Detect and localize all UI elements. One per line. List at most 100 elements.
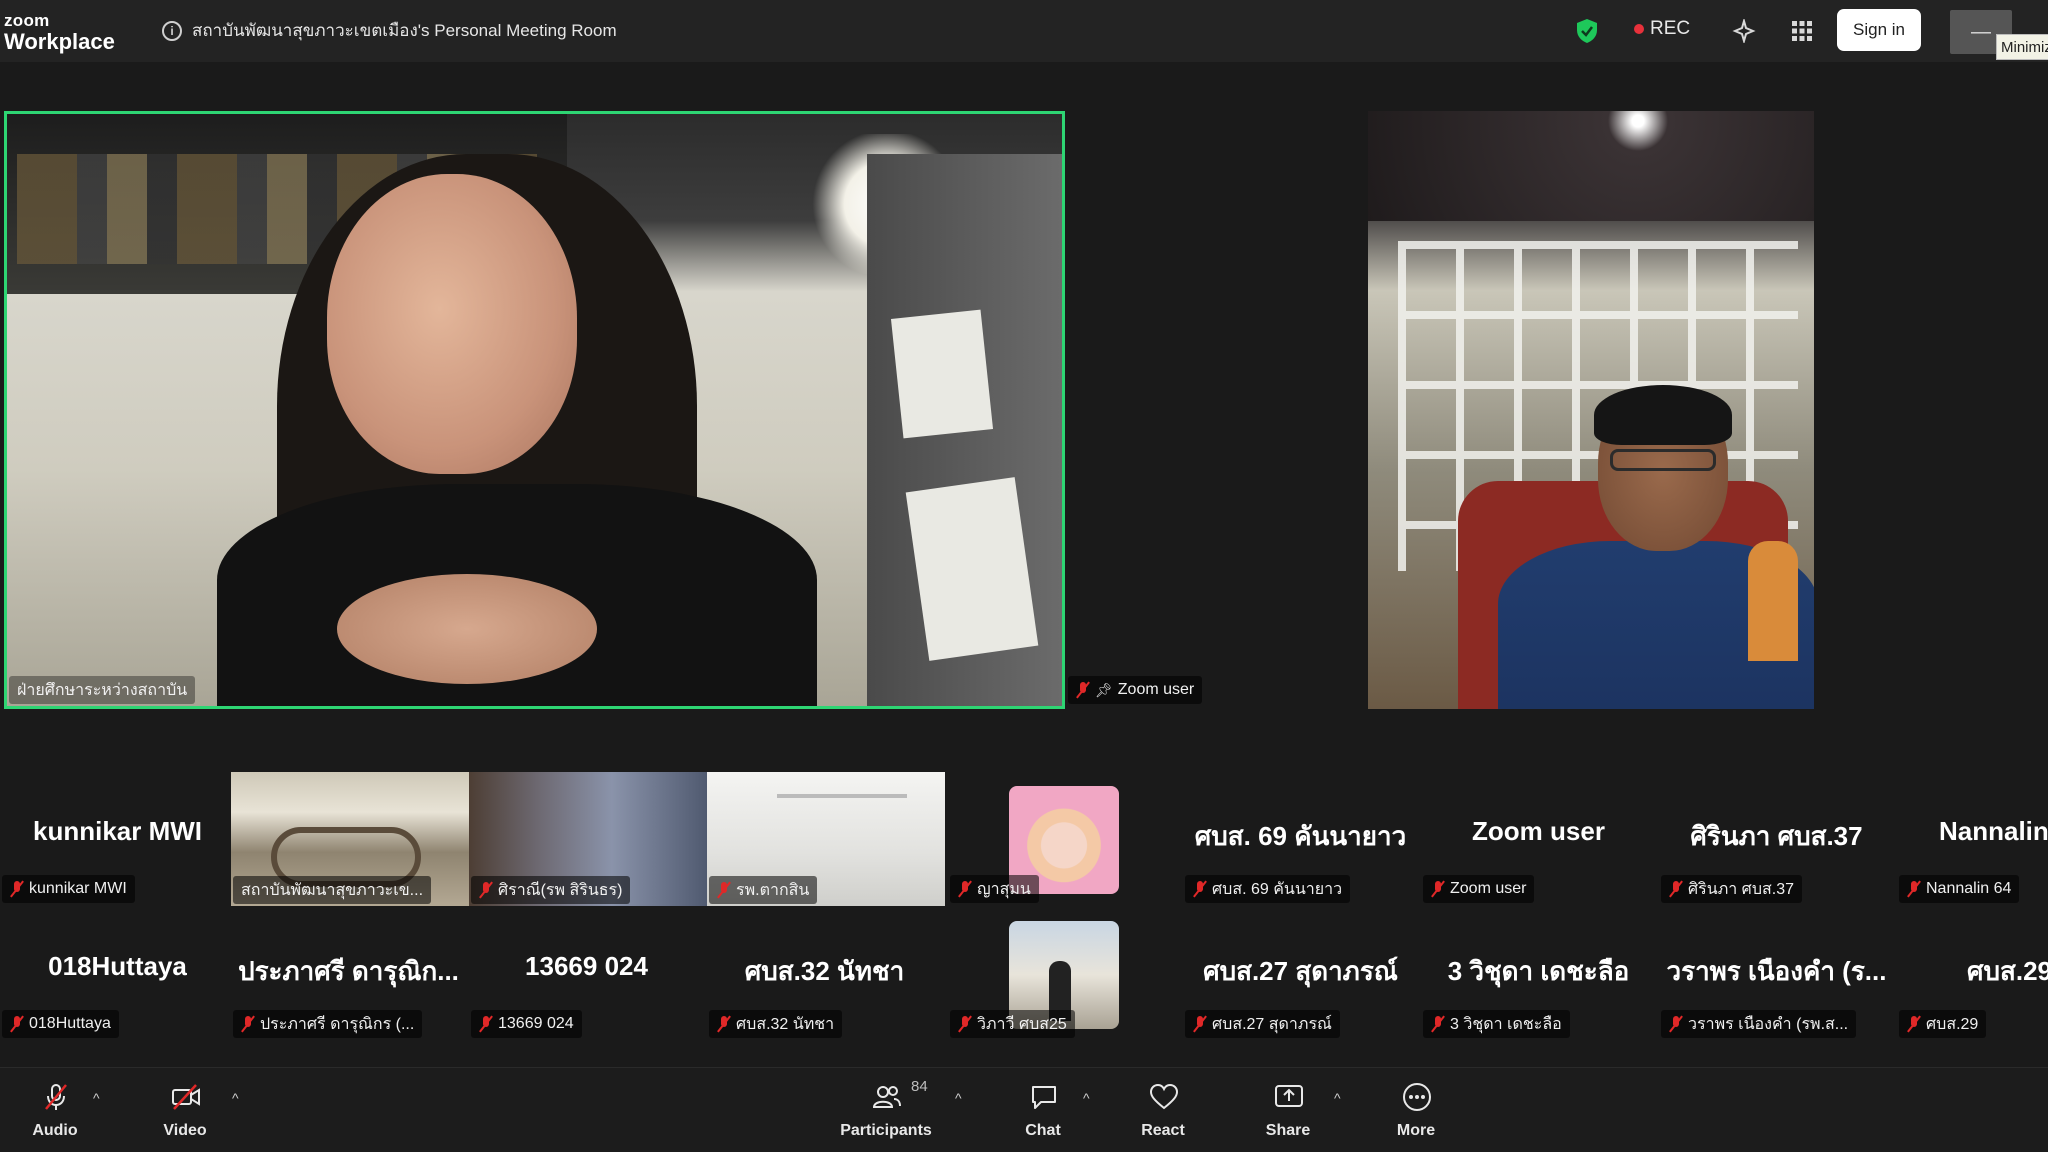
share-button[interactable]: Share <box>1238 1076 1338 1146</box>
participant-name: ศิรินภา ศบส.37 <box>1688 880 1794 898</box>
chat-button[interactable]: Chat <box>993 1076 1093 1146</box>
audio-label: Audio <box>32 1122 78 1139</box>
meeting-title: สถาบันพัฒนาสุขภาวะเขตเมือง's Personal Me… <box>192 21 617 40</box>
gallery-tile[interactable]: 13669 024 13669 024 <box>469 905 704 1040</box>
tile-name-large: 018Huttaya <box>48 951 187 981</box>
tile-name-tag: วราพร เนืองคำ (รพ.ส... <box>1661 1010 1857 1038</box>
mic-muted-icon <box>717 881 731 899</box>
tile-name-tag: ศบส. 69 คันนายาว <box>1185 875 1351 903</box>
tile-name-large: kunnikar MWI <box>32 816 202 846</box>
participant-name: รพ.ตากสิน <box>736 881 810 899</box>
ai-companion-icon[interactable] <box>1730 17 1758 45</box>
cabinet <box>867 154 1062 706</box>
tile-name-large: ศบส.27 สุดาภรณ์ <box>1203 956 1398 986</box>
share-label: Share <box>1265 1122 1311 1139</box>
more-button[interactable]: More <box>1366 1076 1466 1146</box>
shield-icon[interactable] <box>1576 18 1598 44</box>
gallery-tile[interactable]: วราพร เนืองคำ (ร... วราพร เนืองคำ (รพ.ส.… <box>1659 905 1894 1040</box>
participants-options-chevron-icon[interactable]: ^ <box>955 1090 962 1106</box>
chat-icon <box>1032 1086 1056 1109</box>
react-label: React <box>1141 1122 1185 1139</box>
tile-name-tag: ศบส.27 สุดาภรณ์ <box>1185 1010 1340 1038</box>
tile-name-tag: Nannalin 64 <box>1899 875 2020 903</box>
tile-name-large: ศบส. 69 คันนายาว <box>1194 821 1407 851</box>
mic-muted-icon <box>1907 1015 1921 1033</box>
tile-name-large: ศบส.32 นัทชา <box>744 956 905 986</box>
gallery-tile[interactable]: ศบส.32 นัทชา ศบส.32 นัทชา <box>707 905 942 1040</box>
gallery-tile[interactable]: ศบส. 69 คันนายาว ศบส. 69 คันนายาว <box>1183 770 1418 905</box>
brand-small-text: zoom <box>4 11 50 30</box>
active-speaker-video[interactable]: ฝ่ายศึกษาระหว่างสถาบัน <box>4 111 1065 709</box>
gallery-tile[interactable]: Zoom user Zoom user <box>1421 770 1656 905</box>
share-screen-icon <box>1275 1085 1303 1107</box>
tile-name-tag: 018Huttaya <box>2 1010 119 1038</box>
tile-name-tag: 13669 024 <box>471 1010 582 1038</box>
gallery-tile[interactable]: ศบส.27 สุดาภรณ์ ศบส.27 สุดาภรณ์ <box>1183 905 1418 1040</box>
sign-in-button[interactable]: Sign in <box>1837 9 1921 51</box>
mic-muted-icon <box>958 1015 972 1033</box>
participant-video-zoom-user[interactable] <box>1368 111 1814 709</box>
chat-options-chevron-icon[interactable]: ^ <box>1083 1090 1090 1106</box>
mic-muted-icon <box>1076 681 1090 699</box>
rec-label: REC <box>1650 18 1691 39</box>
mic-muted-icon <box>717 1015 731 1033</box>
mic-muted-icon <box>479 881 493 899</box>
tile-name-tag: kunnikar MWI <box>2 875 135 903</box>
record-dot-icon <box>1634 24 1644 34</box>
mic-muted-icon <box>958 880 972 898</box>
gallery-tile[interactable]: ศิราณี(รพ สิรินธร) <box>469 772 707 906</box>
info-icon[interactable]: i <box>162 20 182 41</box>
gallery-tile[interactable]: kunnikar MWI kunnikar MWI <box>0 770 235 905</box>
participant-name: 018Huttaya <box>29 1015 111 1032</box>
pin-icon: 📌︎ <box>1095 681 1113 698</box>
apps-grid-icon[interactable] <box>1788 17 1816 45</box>
gallery-tile[interactable]: สถาบันพัฒนาสุขภาวะเข... <box>231 772 469 906</box>
share-options-chevron-icon[interactable]: ^ <box>1334 1090 1341 1106</box>
tile-name-large: วราพร เนืองคำ (ร... <box>1666 956 1887 986</box>
participant-name: 3 วิชุดา เดชะลือ <box>1450 1015 1562 1033</box>
gallery-tile[interactable]: Nannalin Nannalin 64 <box>1897 770 2048 905</box>
gallery-tile[interactable]: 018Huttaya 018Huttaya <box>0 905 235 1040</box>
heart-icon <box>1149 1083 1179 1110</box>
tile-name-large: Zoom user <box>1472 816 1605 846</box>
participant-name: ประภาศรี ดารุณิกร (... <box>260 1015 415 1033</box>
video-button[interactable]: Video <box>135 1076 235 1146</box>
tile-name-tag: สถาบันพัฒนาสุขภาวะเข... <box>233 876 432 904</box>
tile-name-tag: ศิรินภา ศบส.37 <box>1661 875 1802 903</box>
video-off-icon <box>172 1084 200 1110</box>
participant-name: ศบส.29 <box>1926 1015 1979 1033</box>
meeting-info[interactable]: i สถาบันพัฒนาสุขภาวะเขตเมือง's Personal … <box>162 17 617 44</box>
tile-name-tag: ประภาศรี ดารุณิกร (... <box>233 1010 423 1038</box>
gallery-tile[interactable]: รพ.ตากสิน <box>707 772 945 906</box>
participant-name: Zoom user <box>1450 880 1527 897</box>
react-button[interactable]: React <box>1113 1076 1213 1146</box>
audio-options-chevron-icon[interactable]: ^ <box>93 1090 100 1106</box>
gallery-tile[interactable]: ศบส.29 ศบส.29 <box>1897 905 2048 1040</box>
mic-muted-icon <box>479 1015 493 1033</box>
mic-muted-icon <box>10 1015 24 1033</box>
gallery-tile[interactable]: ประภาศรี ดารุณิก... ประภาศรี ดารุณิกร (.… <box>231 905 466 1040</box>
tile-name-tag: ศิราณี(รพ สิรินธร) <box>471 876 631 904</box>
participant-person <box>1498 385 1814 709</box>
paper <box>905 477 1039 661</box>
mic-muted-icon <box>1907 880 1921 898</box>
participant-person <box>217 144 817 706</box>
ceiling <box>1368 111 1814 221</box>
video-label: Video <box>163 1122 207 1139</box>
participant-count: 84 <box>911 1078 928 1095</box>
mic-muted-icon <box>1431 880 1445 898</box>
participant-name: ศบส.32 นัทชา <box>736 1015 835 1033</box>
participant-name: ศบส.27 สุดาภรณ์ <box>1212 1015 1332 1033</box>
recording-indicator[interactable]: REC <box>1634 18 1690 40</box>
mic-muted-icon <box>10 880 24 898</box>
tile-name-tag: ศบส.29 <box>1899 1010 1987 1038</box>
participant-name: ศิราณี(รพ สิรินธร) <box>498 881 623 899</box>
tile-name-large: 3 วิชุดา เดชะลือ <box>1447 956 1630 986</box>
audio-button[interactable]: Audio <box>5 1076 105 1146</box>
mic-muted-icon <box>1431 1015 1445 1033</box>
gallery-tile[interactable]: ศิรินภา ศบส.37 ศิรินภา ศบส.37 <box>1659 770 1894 905</box>
video-options-chevron-icon[interactable]: ^ <box>232 1090 239 1106</box>
gallery-tile[interactable]: วิภาวี ศบส25 <box>950 905 1185 1040</box>
gallery-tile[interactable]: ญาสุมน <box>950 770 1185 905</box>
gallery-tile[interactable]: 3 วิชุดา เดชะลือ 3 วิชุดา เดชะลือ <box>1421 905 1656 1040</box>
